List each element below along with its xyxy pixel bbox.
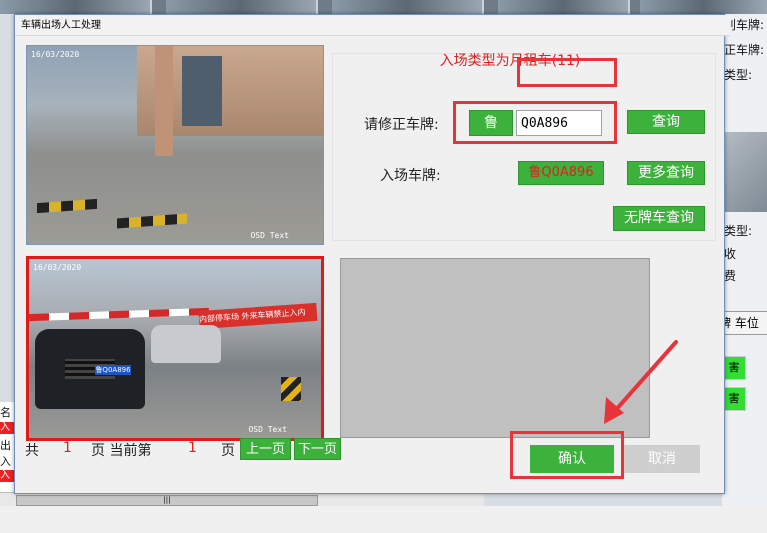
pager-page-suffix: 页 bbox=[221, 443, 235, 459]
background-label: 类型: bbox=[724, 224, 753, 238]
cancel-button[interactable]: 取消 bbox=[624, 445, 700, 473]
snapshot-preview bbox=[340, 258, 650, 438]
dialog-title: 车辆出场人工处理 bbox=[15, 15, 730, 36]
province-select-button[interactable]: 鲁 bbox=[469, 110, 513, 136]
barrier-gate bbox=[29, 307, 210, 322]
background-label: 类型: bbox=[724, 68, 753, 82]
background-camera-strip bbox=[0, 0, 767, 14]
camera-osd-text: OSD Text bbox=[250, 231, 289, 240]
pager-current-page: 1 bbox=[188, 440, 197, 456]
camera-banner: 内部停车场 外来车辆禁止入内 bbox=[198, 302, 318, 330]
background-tabs[interactable]: 牌 车位 bbox=[718, 311, 767, 335]
highlight-box bbox=[517, 58, 617, 87]
more-query-button[interactable]: 更多查询 bbox=[627, 161, 705, 185]
no-plate-query-button[interactable]: 无牌车查询 bbox=[613, 206, 705, 231]
correct-plate-label: 请修正车牌: bbox=[364, 117, 439, 133]
background-thumbnail bbox=[332, 0, 484, 14]
background-photo bbox=[722, 132, 767, 212]
camera-osd-text: OSD Text bbox=[248, 425, 287, 434]
entry-plate-label: 入场车牌: bbox=[380, 168, 441, 184]
entry-camera-image: 16/03/2020 OSD Text bbox=[26, 45, 324, 245]
entry-plate-button[interactable]: 鲁Q0A896 bbox=[518, 161, 604, 185]
camera-timestamp: 16/03/2020 bbox=[31, 50, 80, 59]
plate-input[interactable] bbox=[516, 110, 602, 136]
scrollbar-thumb[interactable]: ||| bbox=[16, 495, 318, 506]
background-label: 出 bbox=[0, 439, 11, 452]
building-door bbox=[182, 56, 222, 126]
background-horizontal-scrollbar[interactable]: ||| bbox=[0, 492, 484, 507]
background-thumbnail bbox=[0, 0, 152, 14]
pager-total-pages: 1 bbox=[63, 440, 72, 456]
next-page-button[interactable]: 下一页 bbox=[294, 438, 341, 460]
speed-bump bbox=[37, 198, 97, 214]
parked-car bbox=[151, 325, 221, 363]
manual-exit-dialog: 车辆出场人工处理 16/03/2020 OSD Text 内部停车场 外来车辆禁… bbox=[14, 14, 730, 494]
background-status-cell: 害 bbox=[722, 356, 746, 380]
car-license-plate: 鲁Q0A896 bbox=[95, 365, 131, 375]
background-thumbnail bbox=[640, 0, 767, 14]
background-bottom-bar bbox=[0, 506, 767, 533]
building-pillar bbox=[155, 46, 173, 156]
background-label: 入 bbox=[0, 455, 11, 468]
background-status-cell: 害 bbox=[722, 387, 746, 411]
background-label: 名 bbox=[0, 406, 11, 419]
confirm-button[interactable]: 确认 bbox=[530, 445, 614, 473]
background-label: 正车牌: bbox=[724, 43, 765, 57]
pager-current-label: 页 当前第 bbox=[91, 443, 152, 459]
camera-timestamp: 16/03/2020 bbox=[33, 263, 82, 272]
entry-type-text: 入场类型为月租车(11) bbox=[439, 53, 581, 69]
background-thumbnail bbox=[498, 0, 630, 14]
background-label: 费 bbox=[724, 269, 737, 283]
speed-bump bbox=[117, 213, 187, 229]
prev-page-button[interactable]: 上一页 bbox=[240, 438, 291, 460]
exit-camera-image: 内部停车场 外来车辆禁止入内 鲁Q0A896 16/03/2020 OSD Te… bbox=[26, 256, 324, 441]
query-button[interactable]: 查询 bbox=[627, 110, 705, 134]
bollard bbox=[281, 377, 301, 401]
background-red-cell: 入 bbox=[0, 470, 14, 482]
pager-total-prefix: 共 bbox=[25, 443, 39, 459]
background-label: 收 bbox=[724, 247, 737, 261]
background-red-cell: 入 bbox=[0, 422, 14, 434]
background-label: 别车牌: bbox=[724, 18, 765, 32]
background-thumbnail bbox=[166, 0, 318, 14]
